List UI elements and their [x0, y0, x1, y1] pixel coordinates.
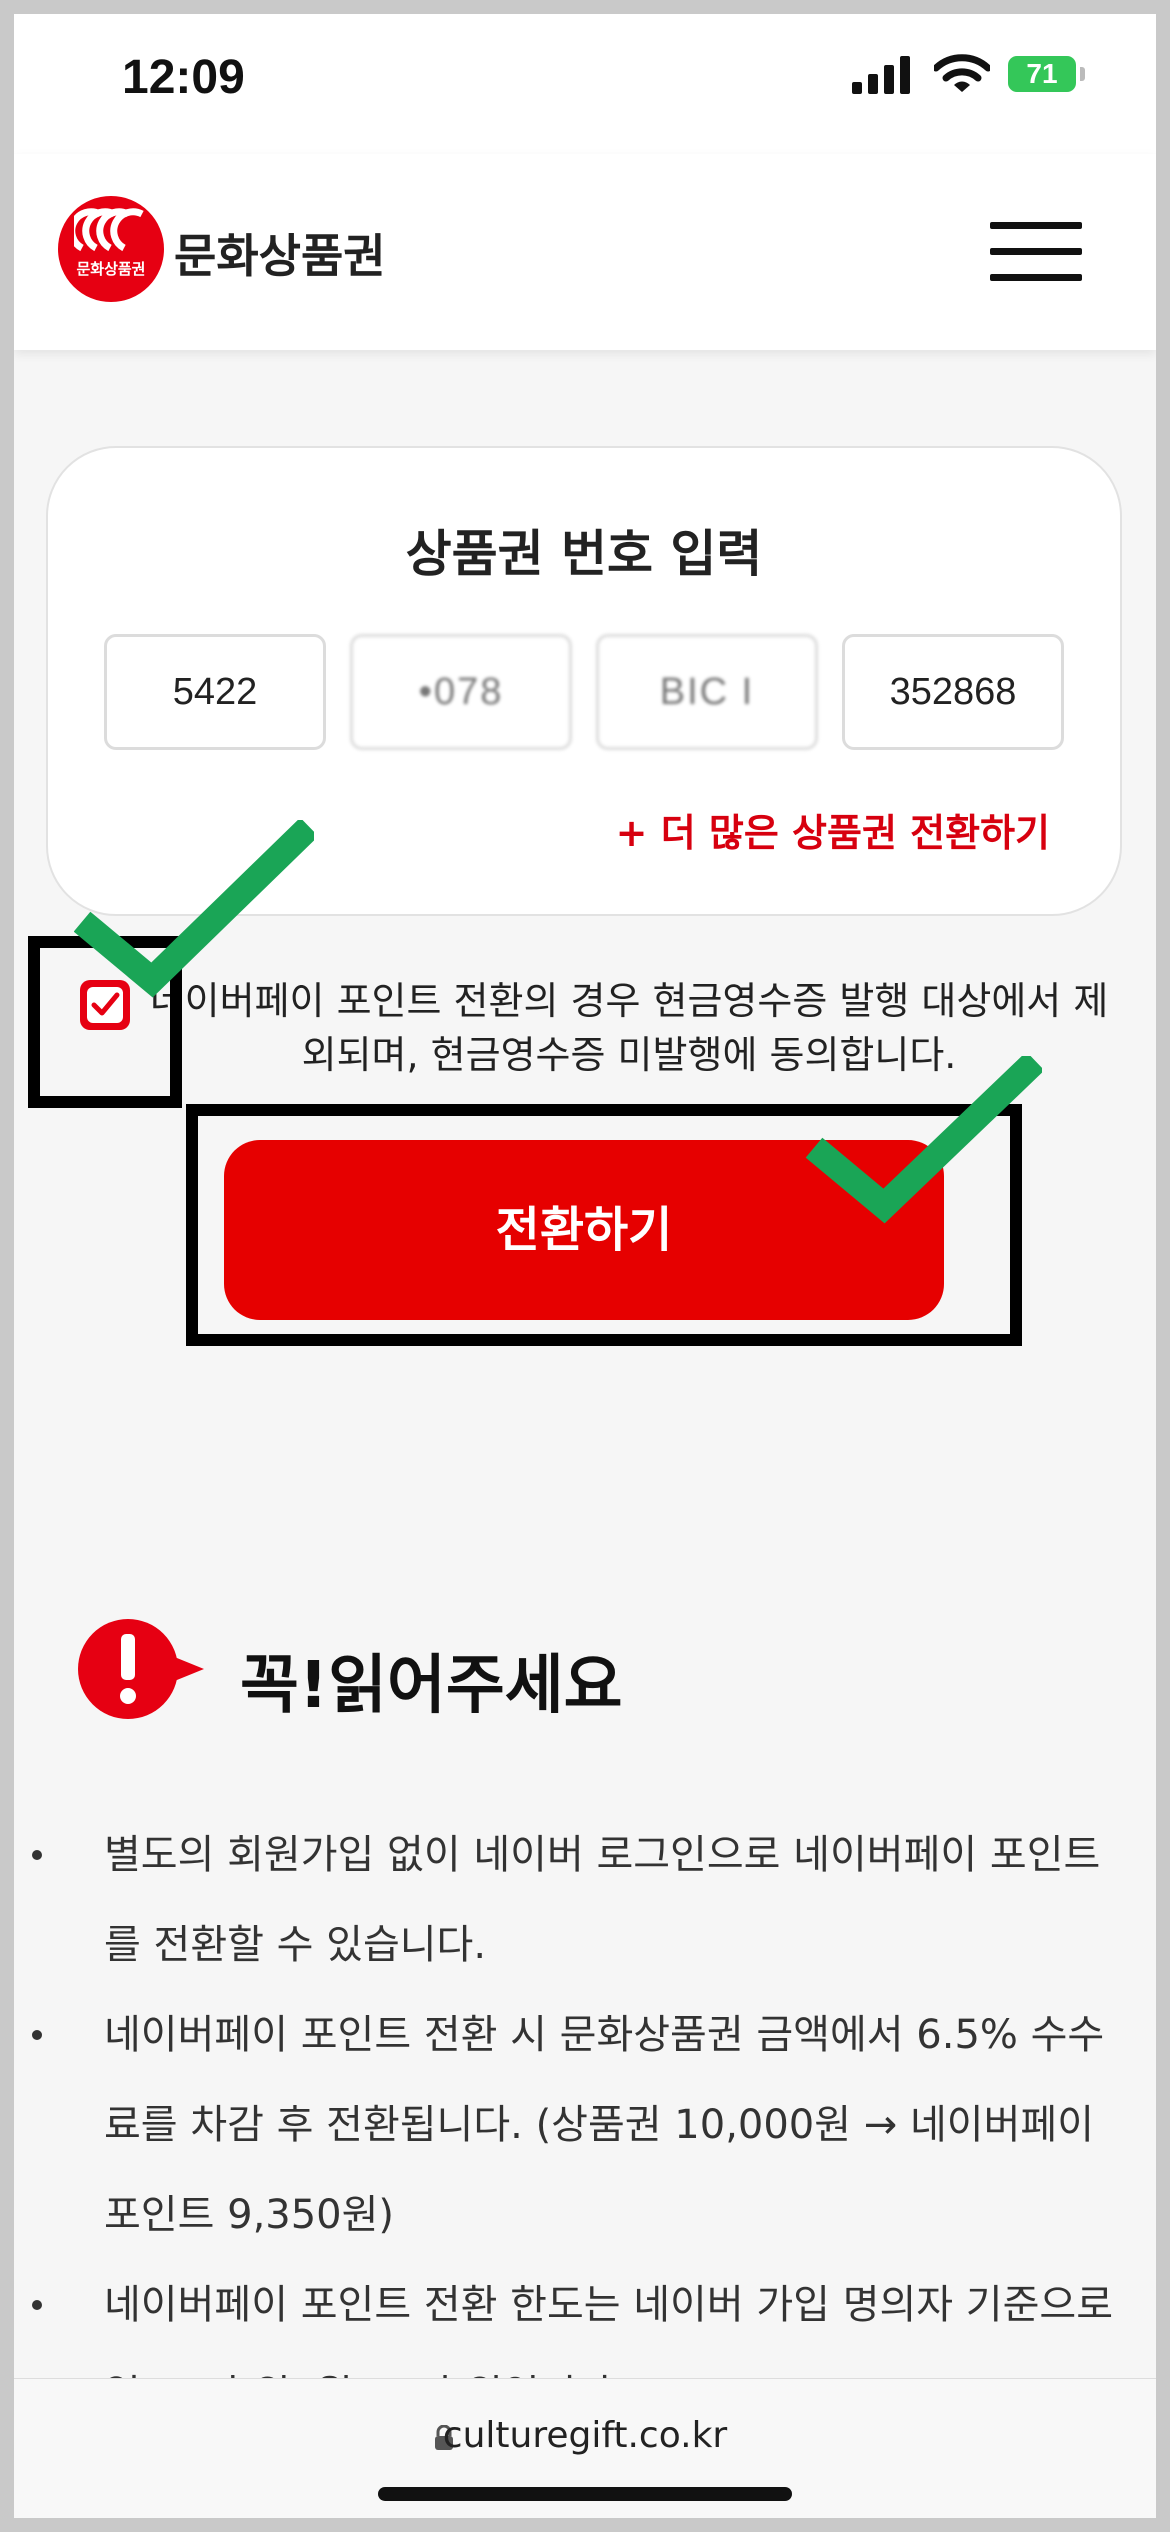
brand-name[interactable]: 문화상품권	[174, 220, 386, 286]
exclamation-icon	[78, 1619, 204, 1719]
annotation-checkmark-icon	[74, 820, 314, 998]
status-time: 12:09	[122, 51, 245, 104]
pin-input-4[interactable]: 352868	[842, 634, 1064, 750]
notice-item: 네이버페이 포인트 전환 시 문화상품권 금액에서 6.5% 수수료를 차감 후…	[14, 1990, 1156, 2260]
pin-input-2[interactable]: •078	[350, 634, 572, 750]
pin-input-1[interactable]: 5422	[104, 634, 326, 750]
logo-small-text: 문화상품권	[76, 260, 146, 278]
wifi-icon	[934, 54, 990, 92]
browser-bottom-bar: culturegift.co.kr	[14, 2378, 1156, 2518]
notice-title: 꼭!읽어주세요	[240, 1649, 623, 1723]
menu-icon[interactable]	[990, 222, 1082, 282]
card-title: 상품권 번호 입력	[405, 525, 763, 583]
battery-icon: 71	[1008, 56, 1076, 92]
screen: 12:09 71 문화상품권 문화상품권 상품권 번호 입력 5422 •078…	[14, 14, 1156, 2518]
brand-logo-icon[interactable]: 문화상품권	[58, 196, 164, 302]
battery-level: 71	[1026, 58, 1058, 89]
home-indicator[interactable]	[378, 2487, 792, 2501]
more-vouchers-link[interactable]: + 더 많은 상품권 전환하기	[616, 802, 1050, 857]
notice-list: 별도의 회원가입 없이 네이버 로그인으로 네이버페이 포인트를 전환할 수 있…	[14, 1810, 1156, 2440]
status-bar: 12:09 71	[14, 14, 1156, 154]
cellular-signal-icon	[852, 56, 910, 94]
address-bar-url[interactable]: culturegift.co.kr	[14, 2415, 1156, 2456]
logo-arcs-icon	[74, 208, 144, 252]
notice-item: 별도의 회원가입 없이 네이버 로그인으로 네이버페이 포인트를 전환할 수 있…	[14, 1810, 1156, 1990]
annotation-checkmark-icon-2	[805, 1056, 1042, 1224]
site-header: 문화상품권 문화상품권	[14, 154, 1156, 350]
battery-nub	[1080, 67, 1085, 81]
pin-input-3[interactable]: BIC I	[596, 634, 818, 750]
